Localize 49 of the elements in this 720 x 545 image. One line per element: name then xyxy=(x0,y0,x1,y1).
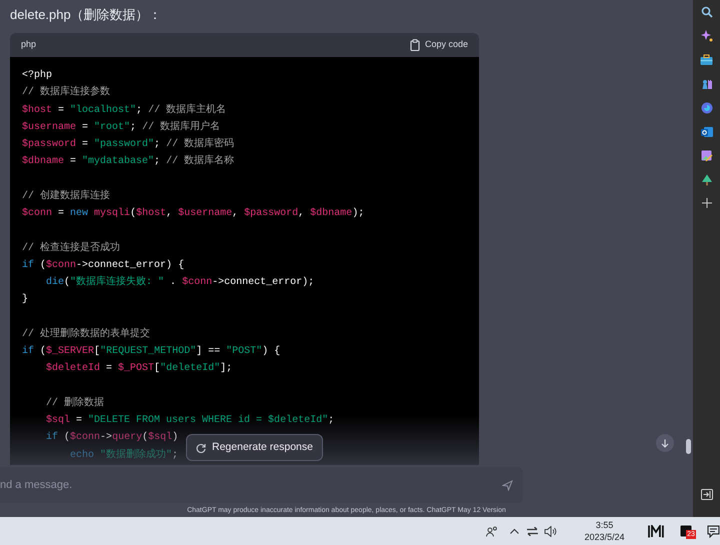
code-line: // 处理删除数据的表单提交 xyxy=(22,328,150,340)
code-line: if ($conn->connect_error) { xyxy=(22,260,184,271)
arrow-down-icon xyxy=(661,438,669,448)
briefcase-icon[interactable] xyxy=(700,54,713,66)
network-icon[interactable] xyxy=(526,526,538,536)
sparkle-icon[interactable] xyxy=(700,30,712,42)
image-edit-icon[interactable] xyxy=(700,150,712,162)
regenerate-button[interactable]: Regenerate response xyxy=(186,434,323,461)
code-line: // 删除数据 xyxy=(45,398,104,409)
language-label: php xyxy=(21,38,36,52)
code-line: die("数据库连接失败: " . $conn->connect_error); xyxy=(45,277,314,288)
intro-text: delete.php（删除数据）： xyxy=(10,7,162,22)
clock-date[interactable]: 2023/5/24 xyxy=(584,531,624,543)
code-line: $dbname = "mydatabase"; // 数据库名称 xyxy=(22,156,234,168)
chevron-up-icon[interactable] xyxy=(510,528,519,534)
code-line: if ($_SERVER["REQUEST_METHOD"] == "POST") { xyxy=(22,346,280,357)
plus-icon[interactable] xyxy=(702,198,712,208)
speaker-icon[interactable] xyxy=(544,526,557,536)
code-line: $host = "localhost"; // 数据库主机名 xyxy=(22,104,226,116)
code-line: // 检查连接是否成功 xyxy=(22,242,120,254)
code-line: if ($conn->query($sql) xyxy=(45,432,178,444)
refresh-icon xyxy=(196,442,206,452)
code-line: // 数据库连接参数 xyxy=(22,87,110,98)
m-app-icon[interactable] xyxy=(648,524,664,538)
people-icon[interactable] xyxy=(486,526,498,536)
scrollbar-thumb[interactable] xyxy=(686,439,691,454)
chess-pieces-icon[interactable] xyxy=(700,78,712,90)
scroll-down-button[interactable] xyxy=(656,434,674,452)
message-input[interactable]: nd a message. xyxy=(0,476,300,494)
tree-icon[interactable] xyxy=(700,174,712,186)
message-field[interactable]: nd a message. xyxy=(0,467,523,503)
code-line: $sql = "DELETE FROM users WHERE id = $deleteId"; xyxy=(45,415,334,426)
code-line: $password = "password"; // 数据库密码 xyxy=(22,139,234,150)
code-line: } xyxy=(22,294,28,306)
code-line: $deleteId = $_POST["deleteId"]; xyxy=(45,363,232,374)
sidebar-toggle-icon[interactable] xyxy=(700,489,712,500)
clipboard-icon xyxy=(410,39,420,51)
copy-code-button[interactable]: Copy code xyxy=(410,38,468,52)
send-icon[interactable] xyxy=(502,480,513,490)
swirl-icon[interactable] xyxy=(700,102,712,114)
mail-app-icon[interactable] xyxy=(700,126,712,138)
code-line: <?php xyxy=(22,70,52,81)
code-line: $conn = new mysqli($host, $username, $password, $dbname); xyxy=(22,208,364,219)
search-icon[interactable] xyxy=(700,6,712,18)
code-line: // 创建数据库连接 xyxy=(22,190,110,202)
notification-icon[interactable] xyxy=(707,524,720,538)
code-line: echo "数据删除成功"; xyxy=(69,450,178,460)
clock-time[interactable]: 3:55 xyxy=(596,519,614,531)
code-line: $username = "root"; // 数据库用户名 xyxy=(22,122,220,133)
